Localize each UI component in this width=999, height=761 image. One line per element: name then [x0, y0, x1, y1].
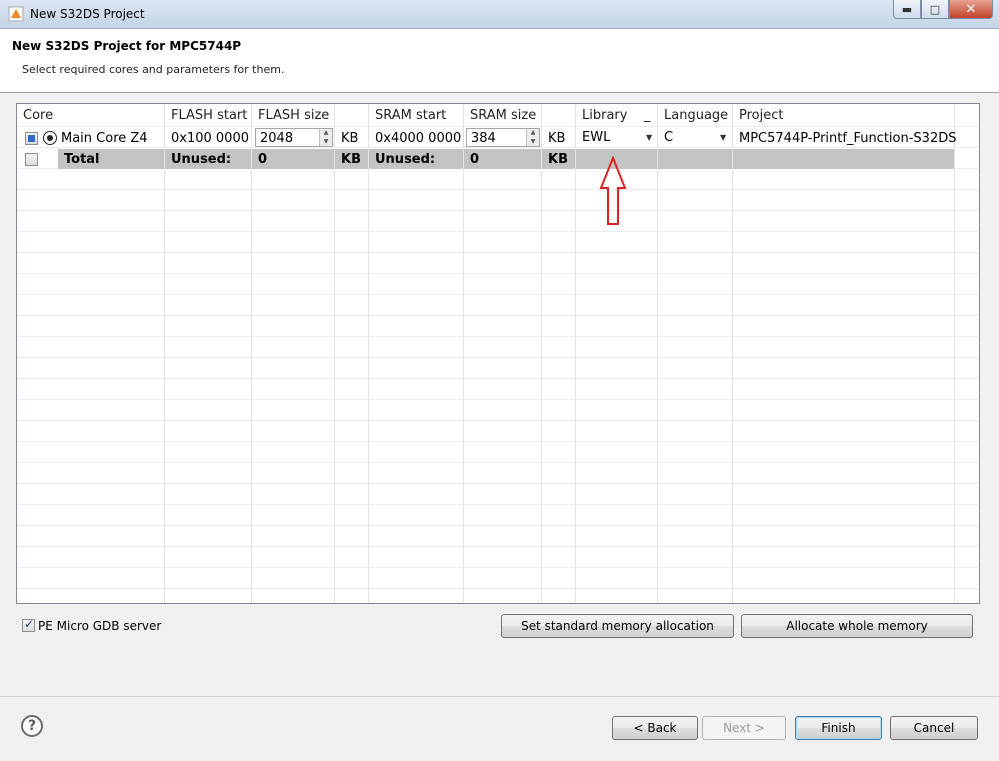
grid-line	[17, 378, 979, 379]
window-controls: ▬ □ ✕	[893, 0, 993, 20]
library-dropdown[interactable]: EWL ▼	[576, 127, 658, 147]
column-divider	[542, 104, 576, 603]
total-flash-unused-value: 0	[252, 149, 334, 169]
column-divider	[165, 104, 252, 603]
annotation-arrow-icon	[599, 156, 627, 225]
grid-line	[17, 294, 979, 295]
total-flash-unit: KB	[335, 149, 368, 169]
column-divider	[335, 104, 369, 603]
window-titlebar: New S32DS Project ▬ □ ✕	[0, 0, 999, 29]
set-standard-memory-button[interactable]: Set standard memory allocation	[501, 614, 734, 638]
sram-start-value[interactable]: 0x4000 0000	[369, 128, 461, 148]
flash-size-value[interactable]: 2048	[260, 131, 293, 146]
column-header-sram-size[interactable]: SRAM size	[464, 104, 536, 126]
column-header-underscore: _	[644, 108, 651, 123]
grid-line	[17, 357, 979, 358]
spin-down-icon[interactable]: ▼	[320, 138, 332, 147]
total-language-cell	[658, 149, 732, 169]
grid-line	[17, 483, 979, 484]
sram-unit: KB	[548, 131, 566, 146]
grid-line	[17, 189, 979, 190]
column-header-flash-start[interactable]: FLASH start	[165, 104, 247, 126]
close-button[interactable]: ✕	[949, 0, 993, 19]
allocate-whole-memory-button[interactable]: Allocate whole memory	[741, 614, 973, 638]
total-sram-unit: KB	[542, 149, 575, 169]
s32ds-app-icon	[8, 6, 24, 22]
chevron-down-icon[interactable]: ▼	[720, 133, 726, 142]
total-project-cell	[733, 149, 954, 169]
language-value[interactable]: C	[664, 130, 673, 145]
grid-line	[17, 231, 979, 232]
spin-up-icon[interactable]: ▲	[527, 129, 539, 138]
core-name: Main Core Z4	[61, 131, 148, 146]
column-header-core[interactable]: Core	[17, 104, 53, 126]
flash-unit: KB	[341, 131, 359, 146]
total-sram-unused-value: 0	[464, 149, 541, 169]
column-divider	[252, 104, 335, 603]
grid-line	[17, 420, 979, 421]
help-icon[interactable]: ?	[21, 715, 43, 737]
sram-size-spin-buttons[interactable]: ▲ ▼	[526, 129, 539, 146]
grid-line	[17, 462, 979, 463]
grid-line	[17, 504, 979, 505]
total-sram-unused-label: Unused:	[369, 149, 463, 169]
grid-line	[17, 315, 979, 316]
total-checkbox[interactable]	[25, 153, 38, 166]
flash-size-spin-buttons[interactable]: ▲ ▼	[319, 129, 332, 146]
minimize-button[interactable]: ▬	[893, 0, 921, 19]
grid-line	[17, 273, 979, 274]
gdb-server-label[interactable]: PE Micro GDB server	[38, 619, 161, 633]
total-label: Total	[58, 149, 164, 169]
grid-line	[17, 210, 979, 211]
grid-line	[17, 441, 979, 442]
total-flash-unused-label: Unused:	[165, 149, 251, 169]
column-divider	[464, 104, 542, 603]
spin-up-icon[interactable]: ▲	[320, 129, 332, 138]
language-dropdown[interactable]: C ▼	[658, 127, 733, 147]
column-divider	[658, 104, 733, 603]
column-header-library[interactable]: Library	[576, 104, 627, 126]
grid-line	[17, 546, 979, 547]
sram-size-value[interactable]: 384	[471, 131, 496, 146]
wizard-header: New S32DS Project for MPC5744P Select re…	[0, 29, 999, 93]
column-divider	[17, 104, 165, 603]
cancel-button[interactable]: Cancel	[890, 716, 978, 740]
grid-line	[17, 336, 979, 337]
column-header-sram-unit[interactable]	[542, 104, 548, 126]
sram-size-spinner[interactable]: 384 ▲ ▼	[466, 128, 540, 147]
library-value[interactable]: EWL	[582, 130, 610, 145]
grid-line	[17, 252, 979, 253]
next-button[interactable]: Next >	[702, 716, 786, 740]
spin-down-icon[interactable]: ▼	[527, 138, 539, 147]
column-header-flash-unit[interactable]	[335, 104, 341, 126]
column-header-sram-start[interactable]: SRAM start	[369, 104, 446, 126]
chevron-down-icon[interactable]: ▼	[646, 133, 652, 142]
gdb-server-checkbox[interactable]	[22, 617, 35, 632]
grid-line	[17, 399, 979, 400]
core-enable-checkbox[interactable]	[25, 132, 38, 145]
window-title: New S32DS Project	[30, 7, 145, 21]
column-divider	[369, 104, 464, 603]
column-header-language[interactable]: Language	[658, 104, 728, 126]
grid-line	[17, 588, 979, 589]
table-header: Core FLASH start FLASH size SRAM start S…	[17, 104, 979, 126]
grid-line	[17, 525, 979, 526]
page-title: New S32DS Project for MPC5744P	[12, 39, 242, 53]
grid-line	[17, 567, 979, 568]
maximize-button[interactable]: □	[921, 0, 949, 19]
cores-table: Core FLASH start FLASH size SRAM start S…	[16, 103, 980, 604]
back-button[interactable]: < Back	[612, 716, 698, 740]
flash-size-spinner[interactable]: 2048 ▲ ▼	[255, 128, 333, 147]
column-divider	[733, 104, 955, 603]
footer-separator	[0, 696, 999, 697]
project-name[interactable]: MPC5744P-Printf_Function-S32DS	[733, 128, 956, 148]
grid-line	[17, 126, 979, 127]
flash-start-value[interactable]: 0x100 0000	[165, 128, 249, 148]
finish-button[interactable]: Finish	[795, 716, 882, 740]
page-description: Select required cores and parameters for…	[22, 63, 285, 76]
column-header-flash-size[interactable]: FLASH size	[252, 104, 329, 126]
column-header-project[interactable]: Project	[733, 104, 783, 126]
